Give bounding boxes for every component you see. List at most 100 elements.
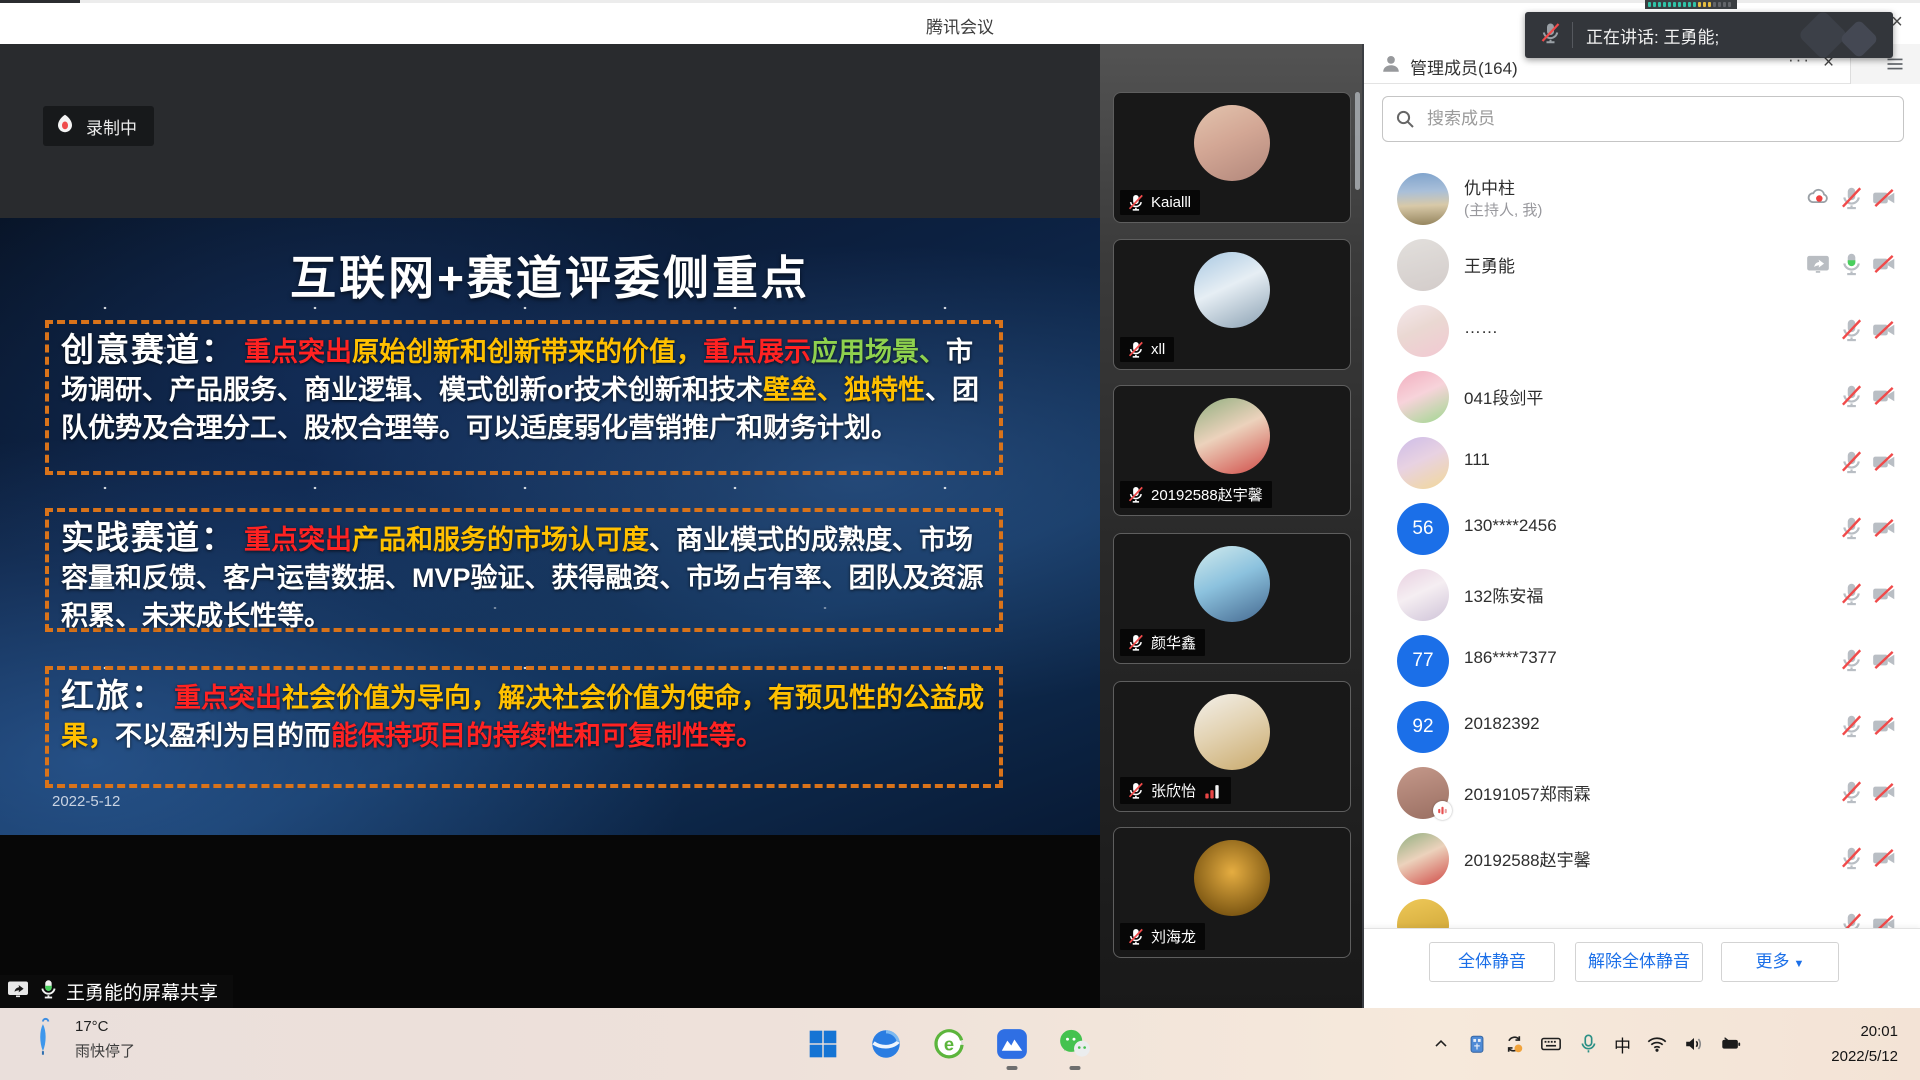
mic-muted-icon[interactable]	[1838, 647, 1864, 673]
camera-muted-icon[interactable]	[1871, 515, 1897, 541]
member-row[interactable]: ……	[1364, 298, 1920, 364]
member-row[interactable]: 92 20182392	[1364, 694, 1920, 760]
search-input[interactable]	[1382, 96, 1904, 142]
screen-share-icon	[6, 977, 30, 1007]
camera-muted-icon[interactable]	[1871, 317, 1897, 343]
video-strip-scrollbar[interactable]	[1355, 92, 1360, 190]
avatar	[1397, 767, 1449, 819]
slide-section-2: 实践赛道：重点突出产品和服务的市场认可度、商业模式的成熟度、市场容量和反馈、客户…	[45, 508, 1003, 632]
mic-muted-icon[interactable]	[1838, 911, 1864, 928]
weather-temp: 17°C	[75, 1018, 135, 1035]
camera-muted-icon[interactable]	[1871, 581, 1897, 607]
member-row[interactable]: 王勇能	[1364, 232, 1920, 298]
meter-bar	[1648, 2, 1651, 7]
member-name: 130****2456	[1464, 516, 1557, 536]
mute-all-button[interactable]: 全体静音	[1429, 942, 1555, 982]
camera-muted-icon[interactable]	[1871, 647, 1897, 673]
video-tile[interactable]: xll	[1113, 239, 1351, 370]
member-management-panel: 管理成员(164) ··· × 仇中柱(主持人, 我) 王勇能 …… 041段剑…	[1362, 44, 1920, 1008]
member-row[interactable]	[1364, 892, 1920, 928]
ime-indicator[interactable]: 中	[1614, 1032, 1631, 1057]
meter-bar	[1678, 2, 1681, 7]
mic-muted-icon[interactable]	[1838, 317, 1864, 343]
taskbar-clock[interactable]: 20:01 2022/5/12	[1831, 1019, 1898, 1069]
unmute-all-button[interactable]: 解除全体静音	[1575, 942, 1703, 982]
member-row[interactable]: 仇中柱(主持人, 我)	[1364, 166, 1920, 232]
participant-name: xll	[1151, 341, 1165, 358]
camera-muted-icon[interactable]	[1871, 449, 1897, 475]
member-row[interactable]: 20191057郑雨霖	[1364, 760, 1920, 826]
camera-muted-icon[interactable]	[1871, 185, 1897, 211]
voice-badge-icon	[1436, 804, 1449, 817]
camera-muted-icon[interactable]	[1871, 383, 1897, 409]
member-name: ……	[1464, 318, 1498, 338]
taskbar-app-browser-green[interactable]: e	[932, 1027, 966, 1061]
presenter-app-chrome	[0, 44, 1100, 218]
avatar	[1194, 252, 1270, 328]
mic-active-icon[interactable]	[1838, 251, 1864, 277]
system-tray: 中	[1431, 1008, 1742, 1080]
video-tile[interactable]: 20192588赵宇馨	[1113, 385, 1351, 516]
cloud-record-icon[interactable]	[1805, 185, 1831, 211]
sync-update-icon[interactable]	[1503, 1033, 1525, 1055]
member-row[interactable]: 77 186****7377	[1364, 628, 1920, 694]
meter-bar	[1713, 2, 1716, 7]
tencent-meeting-icon[interactable]	[995, 1027, 1029, 1061]
battery-icon[interactable]	[1720, 1033, 1742, 1055]
mic-muted-icon[interactable]	[1838, 713, 1864, 739]
taskbar-app-windows[interactable]	[806, 1027, 840, 1061]
video-tile[interactable]: 张欣怡	[1113, 681, 1351, 812]
member-row[interactable]: 111	[1364, 430, 1920, 496]
volume-icon[interactable]	[1683, 1033, 1705, 1055]
mic-muted-icon[interactable]	[1838, 581, 1864, 607]
browser-green-icon[interactable]: e	[932, 1027, 966, 1061]
avatar	[1397, 173, 1449, 225]
wechat-icon[interactable]	[1058, 1027, 1092, 1061]
more-button[interactable]: 更多▼	[1721, 942, 1839, 982]
taskbar-app-browser-blue[interactable]	[869, 1027, 903, 1061]
keyboard-icon[interactable]	[1540, 1033, 1562, 1055]
browser-blue-icon[interactable]	[869, 1027, 903, 1061]
camera-muted-icon[interactable]	[1871, 911, 1897, 928]
avatar	[1194, 840, 1270, 916]
taskbar-weather-widget[interactable]: 17°C 雨快停了	[24, 1017, 135, 1062]
member-status-icons	[1838, 911, 1897, 928]
camera-muted-icon[interactable]	[1871, 845, 1897, 871]
slide-text-segment: 重点展示	[703, 337, 811, 367]
windows-taskbar: 17°C 雨快停了 e 中 20:01	[0, 1008, 1920, 1080]
meter-bar	[1723, 2, 1726, 7]
screen-share-icon	[1805, 251, 1831, 277]
mic-muted-icon[interactable]	[1838, 383, 1864, 409]
camera-muted-icon[interactable]	[1871, 779, 1897, 805]
member-row[interactable]: 041段剑平	[1364, 364, 1920, 430]
taskbar-app-tencent-meeting[interactable]	[995, 1027, 1029, 1061]
usb-device-icon[interactable]	[1466, 1033, 1488, 1055]
mic-muted-icon[interactable]	[1838, 449, 1864, 475]
running-indicator	[1007, 1066, 1018, 1070]
meter-bar	[1708, 2, 1711, 7]
member-row[interactable]: 56 130****2456	[1364, 496, 1920, 562]
voice-badge	[1433, 801, 1452, 820]
windows-start-icon[interactable]	[806, 1027, 840, 1061]
mic-muted-icon[interactable]	[1838, 185, 1864, 211]
video-tile[interactable]: 颜华鑫	[1113, 533, 1351, 664]
mic-muted-icon[interactable]	[1838, 515, 1864, 541]
taskbar-app-wechat[interactable]	[1058, 1027, 1092, 1061]
wifi-icon[interactable]	[1646, 1033, 1668, 1055]
slide-text-segment: 重点突出	[174, 683, 282, 713]
mic-muted-icon[interactable]	[1838, 779, 1864, 805]
camera-muted-icon[interactable]	[1871, 713, 1897, 739]
chevron-up-icon[interactable]	[1431, 1034, 1451, 1054]
screen-share-area: 录制中 互联网+赛道评委侧重点 创意赛道：重点突出原始创新和创新带来的价值，重点…	[0, 44, 1100, 1008]
camera-muted-icon[interactable]	[1871, 251, 1897, 277]
avatar: 92	[1397, 701, 1449, 753]
mic-muted-icon[interactable]	[1838, 845, 1864, 871]
button-label: 解除全体静音	[1588, 952, 1690, 971]
mic-tray-icon[interactable]	[1577, 1033, 1599, 1055]
video-tile[interactable]: 刘海龙	[1113, 827, 1351, 958]
member-row[interactable]: 132陈安福	[1364, 562, 1920, 628]
member-status-icons	[1805, 251, 1897, 277]
video-tile[interactable]: Kaialll	[1113, 92, 1351, 223]
member-row[interactable]: 20192588赵宇馨	[1364, 826, 1920, 892]
member-name: 20182392	[1464, 714, 1540, 734]
